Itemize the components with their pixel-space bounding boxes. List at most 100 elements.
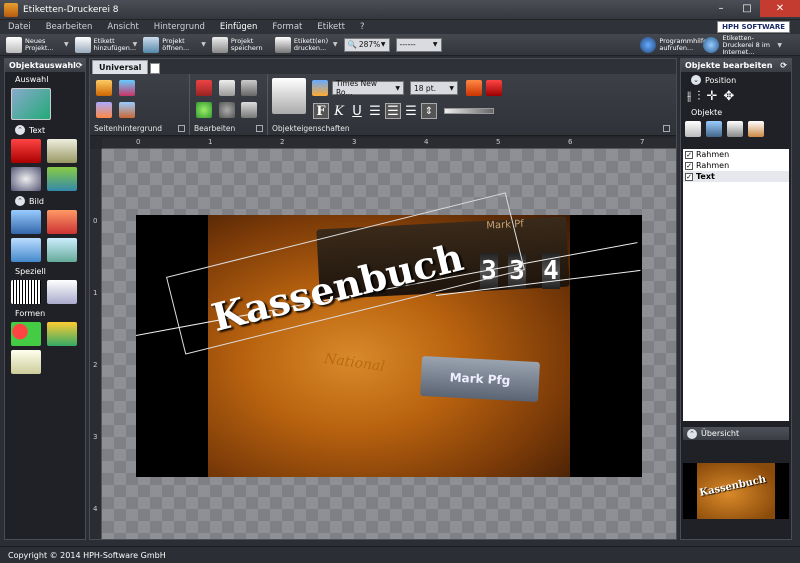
- italic-button[interactable]: K: [331, 103, 347, 119]
- help-button[interactable]: Programmhilfe aufrufen...: [640, 37, 707, 53]
- checkbox[interactable]: ✓: [685, 150, 693, 159]
- cut-icon[interactable]: [196, 80, 212, 96]
- new-tab-icon[interactable]: [150, 63, 161, 74]
- font-name-select[interactable]: Times New Ro... ▼: [332, 79, 404, 97]
- overview-preview[interactable]: Kassenbuch: [683, 463, 789, 519]
- text-color-icon[interactable]: [466, 80, 482, 96]
- bold-button[interactable]: F: [313, 103, 329, 119]
- tab-universal[interactable]: Universal: [92, 60, 149, 74]
- list-item[interactable]: ✓ Text: [683, 171, 789, 182]
- collapse-icon[interactable]: ⌃: [15, 196, 25, 206]
- photo-collage-icon[interactable]: [11, 238, 41, 262]
- align-right-icon[interactable]: ☰: [403, 103, 419, 119]
- add-label-button[interactable]: Etikett hinzufügen... ▼: [74, 36, 138, 53]
- serial-number-icon[interactable]: [47, 280, 77, 304]
- align-left-icon[interactable]: ☰: [367, 103, 383, 119]
- line-style-select[interactable]: ------ ▼: [395, 37, 442, 52]
- pencil-icon[interactable]: [96, 102, 112, 118]
- open-project-button[interactable]: Projekt öffnen... ▼: [143, 36, 206, 53]
- list-item[interactable]: ✓ Rahmen: [683, 160, 789, 171]
- collapse-icon[interactable]: ⌄: [691, 75, 701, 85]
- image-tool-icon[interactable]: [11, 210, 41, 234]
- menu-datei[interactable]: Datei: [8, 22, 31, 32]
- menu-einfuegen[interactable]: Einfügen: [220, 22, 258, 32]
- align-horizontal-center-icon[interactable]: ⫲: [687, 89, 691, 104]
- move-icon[interactable]: ✥: [723, 89, 734, 104]
- picture-frame-icon[interactable]: [47, 238, 77, 262]
- object-name: Rahmen: [696, 161, 730, 170]
- expand-icon[interactable]: [178, 125, 185, 132]
- minimize-button[interactable]: –: [708, 0, 734, 17]
- pin-icon[interactable]: ⟳: [780, 61, 787, 70]
- check-objects-icon[interactable]: [685, 121, 701, 137]
- gradient-icon[interactable]: [118, 80, 135, 96]
- pin-icon[interactable]: ⟳: [76, 61, 83, 70]
- section-text: ⌃ Text: [5, 122, 85, 137]
- maximize-button[interactable]: □: [734, 0, 760, 17]
- collapse-icon[interactable]: ⌃: [15, 125, 25, 135]
- dropdown-arrow-icon[interactable]: ▼: [777, 42, 782, 49]
- expand-icon[interactable]: [256, 125, 263, 132]
- redo-icon[interactable]: [218, 102, 235, 118]
- zoom-icon: 🔍: [347, 40, 357, 49]
- arrows-icon[interactable]: [47, 322, 77, 346]
- delete-icon[interactable]: [241, 102, 258, 118]
- menu-etikett[interactable]: Etikett: [317, 22, 345, 32]
- list-item[interactable]: ✓ Rahmen: [683, 149, 789, 160]
- menu-bearbeiten[interactable]: Bearbeiten: [46, 22, 93, 32]
- paste-icon[interactable]: [241, 80, 258, 96]
- section-text-label: Text: [29, 125, 46, 135]
- section-overview[interactable]: ⌃ Übersicht: [683, 427, 789, 440]
- copy-icon[interactable]: [218, 80, 235, 96]
- menu-format[interactable]: Format: [272, 22, 302, 32]
- ribbon-group-edit: Bearbeiten: [190, 74, 268, 135]
- dropdown-arrow-icon[interactable]: ▼: [133, 41, 138, 48]
- zoom-select[interactable]: 🔍 287% ▼: [343, 37, 390, 52]
- stamp-text-icon[interactable]: [47, 139, 77, 163]
- dropdown-arrow-icon[interactable]: ▼: [333, 41, 338, 48]
- label-page[interactable]: Mark Pf 3 3 4 National Mark Pfg Kassenbu…: [135, 192, 642, 477]
- new-project-button[interactable]: Neues Projekt... ▼: [6, 36, 69, 53]
- dropdown-arrow-icon[interactable]: ▼: [64, 41, 69, 48]
- panel-title: Objekte bearbeiten: [685, 61, 773, 70]
- paint-bucket-icon[interactable]: [96, 80, 112, 96]
- menu-help[interactable]: ?: [360, 22, 365, 32]
- collapse-icon[interactable]: ⌃: [687, 428, 697, 439]
- export-object-icon[interactable]: [748, 121, 764, 137]
- text-effect-icon[interactable]: [486, 80, 502, 96]
- align-vertical-center-icon[interactable]: ⫶: [697, 89, 700, 104]
- clipart-icon[interactable]: [47, 210, 77, 234]
- underline-button[interactable]: U: [349, 103, 365, 119]
- checkbox[interactable]: ✓: [685, 172, 693, 181]
- select-arrow-icon[interactable]: [11, 88, 51, 120]
- object-properties-icon[interactable]: [272, 78, 306, 114]
- section-objects: Objekte: [691, 108, 723, 117]
- background-image-icon[interactable]: [118, 102, 135, 118]
- center-page-icon[interactable]: ✛: [706, 89, 717, 104]
- circle-text-icon[interactable]: [11, 167, 41, 191]
- opacity-slider[interactable]: [444, 108, 494, 114]
- menu-hintergrund[interactable]: Hintergrund: [154, 22, 205, 32]
- canvas-background[interactable]: Mark Pf 3 3 4 National Mark Pfg Kassenbu…: [102, 149, 676, 539]
- align-center-icon[interactable]: ☰: [385, 103, 401, 119]
- print-labels-button[interactable]: Etikett(en) drucken... ▼: [274, 36, 338, 53]
- vertical-text-icon[interactable]: ⇕: [421, 103, 437, 119]
- layer-order-icon[interactable]: [706, 121, 722, 137]
- menu-ansicht[interactable]: Ansicht: [107, 22, 138, 32]
- expand-icon[interactable]: [663, 125, 670, 132]
- text-tool-icon[interactable]: [11, 139, 41, 163]
- table-icon[interactable]: [11, 350, 41, 374]
- close-button[interactable]: ✕: [760, 0, 800, 17]
- undo-icon[interactable]: [196, 102, 212, 118]
- font-size-select[interactable]: 18 pt. ▼: [410, 81, 458, 95]
- ruler-mark: 3: [93, 433, 98, 441]
- object-settings-icon[interactable]: [727, 121, 743, 137]
- dropdown-arrow-icon[interactable]: ▼: [201, 41, 206, 48]
- curve-text-icon[interactable]: [47, 167, 77, 191]
- barcode-icon[interactable]: [11, 280, 41, 304]
- save-project-button[interactable]: Projekt speichern: [211, 36, 269, 53]
- color-picker-icon[interactable]: [312, 80, 328, 96]
- internet-button[interactable]: Etiketten-Druckerei 8 im Internet... ▼: [703, 34, 782, 56]
- checkbox[interactable]: ✓: [685, 161, 693, 170]
- shapes-icon[interactable]: [11, 322, 41, 346]
